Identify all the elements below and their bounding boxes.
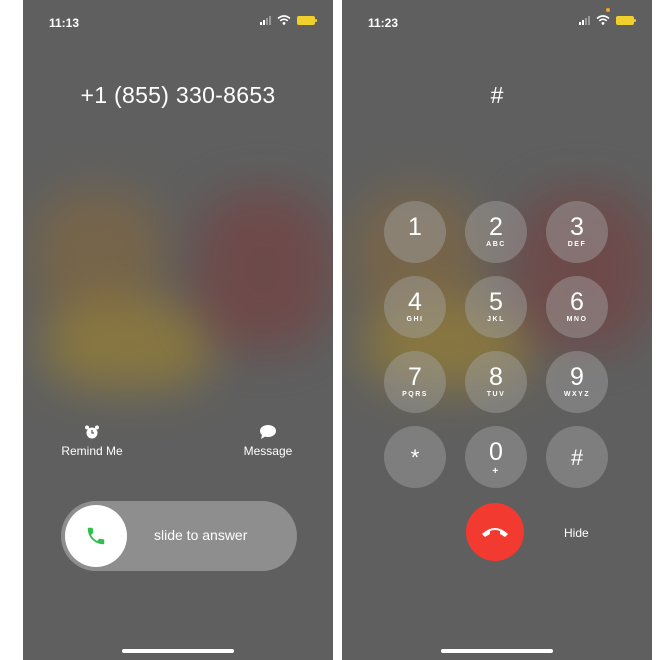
hide-keypad-button[interactable]: Hide — [564, 526, 589, 540]
home-indicator[interactable] — [441, 649, 553, 653]
key-0[interactable]: 0 + — [465, 426, 527, 488]
key-digit: 8 — [489, 363, 503, 391]
key-8[interactable]: 8 TUV — [465, 351, 527, 413]
wallpaper-blur — [43, 300, 213, 390]
status-time: 11:13 — [49, 16, 80, 30]
home-indicator[interactable] — [122, 649, 234, 653]
key-digit: 9 — [570, 363, 584, 391]
incoming-call-screen: 11:13 +1 (855) 330-8653 Remind Me Messag… — [23, 0, 333, 660]
key-2[interactable]: 2 ABC — [465, 201, 527, 263]
end-call-icon — [482, 528, 508, 537]
key-star[interactable]: * — [384, 426, 446, 488]
remind-me-label: Remind Me — [61, 444, 123, 458]
remind-me-button[interactable]: Remind Me — [57, 424, 127, 458]
key-digit: 6 — [570, 288, 584, 316]
phone-icon — [87, 527, 105, 545]
message-button[interactable]: Message — [233, 424, 303, 458]
wifi-icon — [277, 15, 291, 25]
key-digit: 1 — [408, 213, 422, 241]
key-digit: 7 — [408, 363, 422, 391]
end-call-button[interactable] — [466, 503, 524, 561]
slide-to-answer-slider[interactable]: slide to answer — [61, 501, 297, 571]
key-digit: 2 — [489, 213, 503, 241]
key-letters: ABC — [486, 241, 506, 248]
status-time: 11:23 — [368, 16, 399, 30]
key-letters: GHI — [406, 316, 424, 323]
slide-to-answer-label: slide to answer — [154, 527, 248, 543]
key-pound[interactable]: # — [546, 426, 608, 488]
key-4[interactable]: 4 GHI — [384, 276, 446, 338]
speech-bubble-icon — [260, 425, 276, 439]
wallpaper-blur — [193, 190, 333, 350]
mic-in-use-indicator — [606, 8, 610, 12]
key-letters: TUV — [486, 391, 506, 398]
key-6[interactable]: 6 MNO — [546, 276, 608, 338]
in-call-keypad-screen: 11:23 # 1 2 ABC 3 DEF 4 GHI 5 JKL 6 MNO — [342, 0, 652, 660]
key-digit: 4 — [408, 288, 422, 316]
key-digit: 5 — [489, 288, 503, 316]
wifi-icon — [596, 15, 610, 25]
key-1[interactable]: 1 — [384, 201, 446, 263]
key-letters: WXYZ — [563, 391, 591, 398]
dialed-digits: # — [490, 82, 504, 108]
key-5[interactable]: 5 JKL — [465, 276, 527, 338]
caller-number: +1 (855) 330-8653 — [80, 82, 276, 108]
key-7[interactable]: 7 PQRS — [384, 351, 446, 413]
message-label: Message — [243, 444, 293, 458]
answer-knob[interactable] — [65, 505, 127, 567]
key-letters: JKL — [487, 316, 505, 323]
key-9[interactable]: 9 WXYZ — [546, 351, 608, 413]
key-digit: # — [570, 444, 584, 470]
key-digit: 0 — [489, 438, 503, 466]
key-letters: + — [492, 466, 500, 477]
key-letters: PQRS — [402, 391, 428, 398]
key-letters: MNO — [566, 316, 588, 323]
battery-icon — [297, 15, 317, 25]
key-digit: 3 — [570, 213, 584, 241]
key-letters: DEF — [567, 241, 587, 248]
status-icons — [260, 15, 317, 25]
cellular-signal-icon — [579, 15, 590, 25]
alarm-clock-icon — [85, 425, 99, 439]
key-digit: * — [410, 444, 420, 470]
cellular-signal-icon — [260, 15, 271, 25]
battery-icon — [616, 15, 636, 25]
key-3[interactable]: 3 DEF — [546, 201, 608, 263]
status-icons — [579, 15, 636, 25]
